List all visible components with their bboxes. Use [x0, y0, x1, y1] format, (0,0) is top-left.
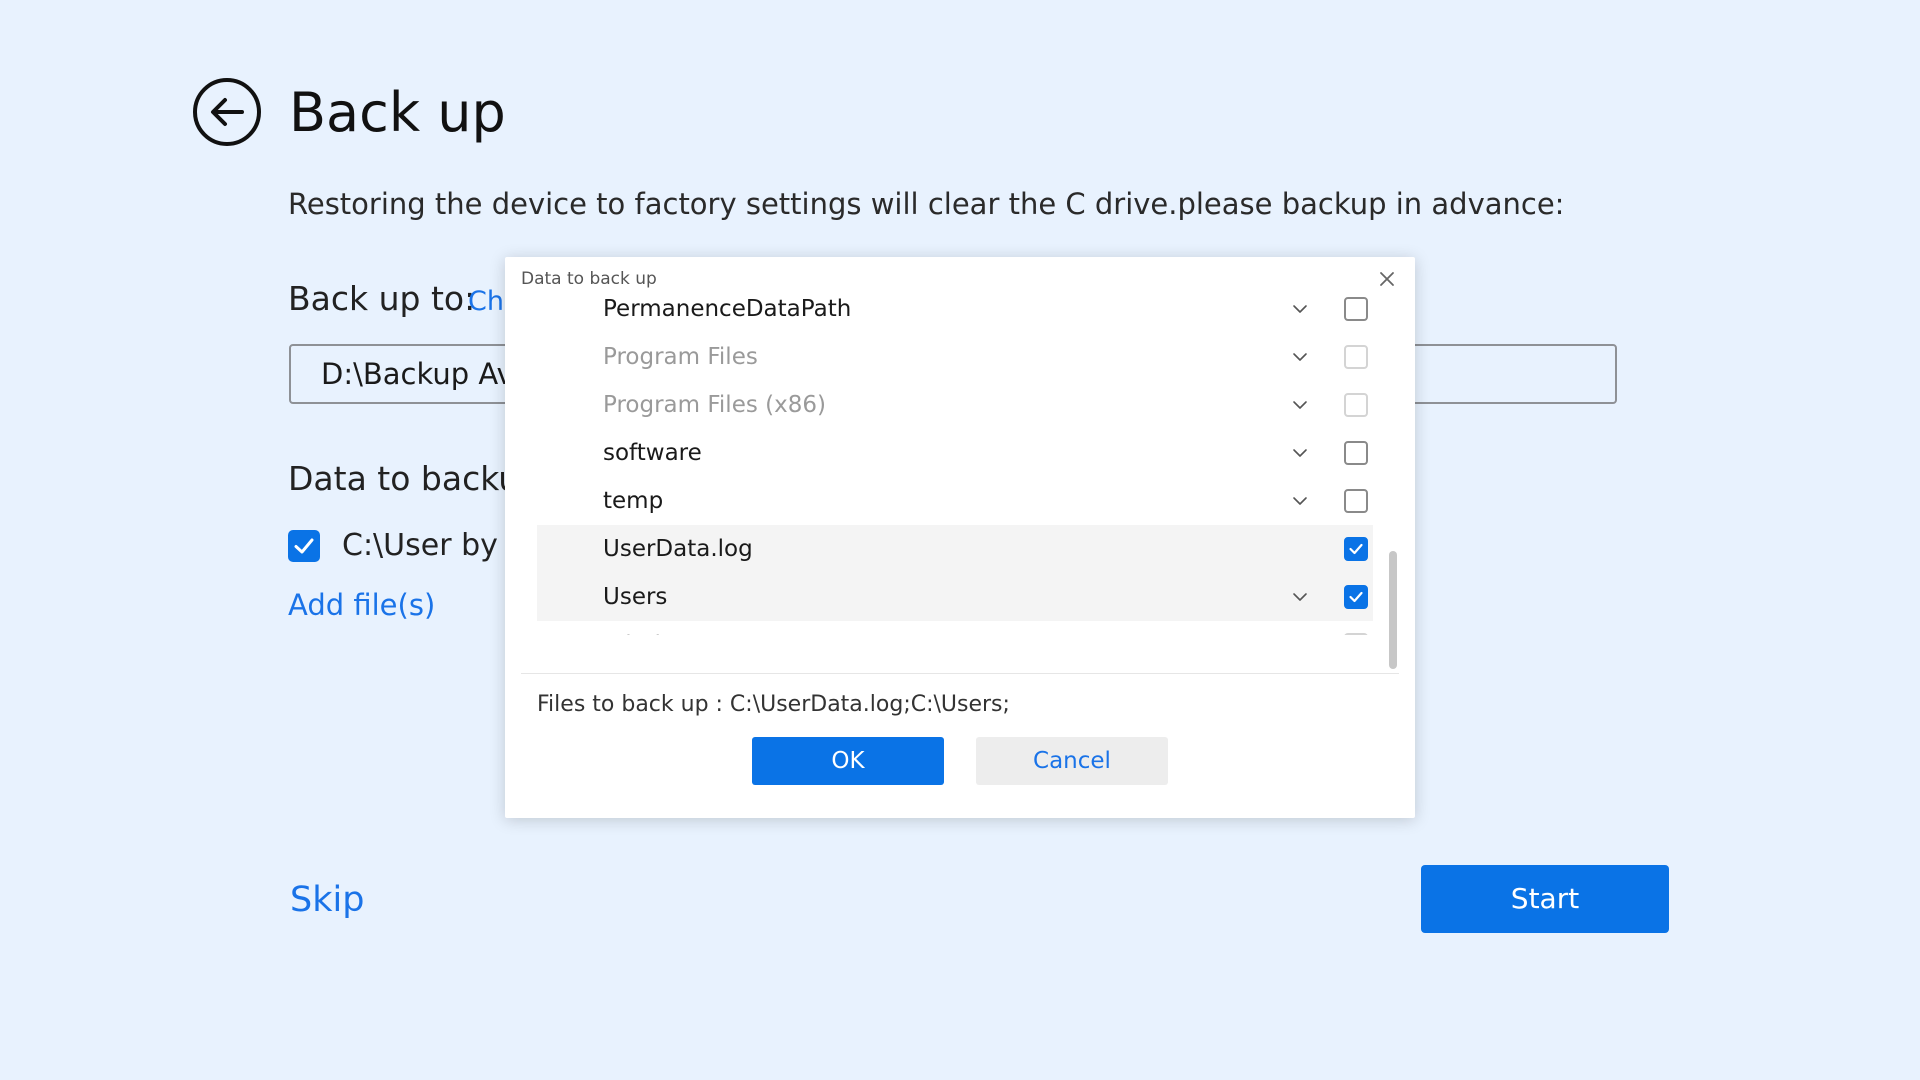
list-item[interactable]: PermanenceDataPath: [537, 297, 1373, 333]
chevron-down-icon[interactable]: [1291, 445, 1309, 461]
list-item-label: Program Files: [603, 344, 758, 370]
description-text: Restoring the device to factory settings…: [288, 187, 1565, 221]
backup-to-label: Back up to:: [288, 279, 476, 318]
close-button[interactable]: [1373, 265, 1401, 293]
ok-button[interactable]: OK: [752, 737, 944, 785]
close-icon: [1380, 272, 1394, 286]
list-item-label: temp: [603, 488, 664, 514]
default-data-label: C:\User by d: [342, 528, 527, 563]
add-files-link[interactable]: Add file(s): [288, 585, 435, 625]
folder-list: PermanenceDataPath Program Files Program F…: [537, 297, 1383, 635]
chevron-down-icon[interactable]: [1291, 397, 1309, 413]
change-location-link[interactable]: Ch: [468, 282, 504, 322]
list-item[interactable]: Program Files: [537, 333, 1373, 381]
list-item-label: software: [603, 440, 702, 466]
list-item-checkbox[interactable]: [1344, 345, 1368, 369]
list-scrollbar[interactable]: [1389, 551, 1397, 669]
back-button[interactable]: [192, 77, 262, 147]
chevron-down-icon[interactable]: [1291, 493, 1309, 509]
list-item-label: Windows: [603, 621, 706, 635]
checkmark-icon: [1349, 543, 1363, 555]
list-item-checkbox[interactable]: [1344, 393, 1368, 417]
list-item-label: PermanenceDataPath: [603, 297, 852, 322]
chevron-down-icon[interactable]: [1291, 589, 1309, 605]
chevron-down-icon[interactable]: [1291, 301, 1309, 317]
list-item-label: UserData.log: [603, 536, 753, 562]
cancel-button[interactable]: Cancel: [976, 737, 1168, 785]
chevron-down-icon[interactable]: [1291, 349, 1309, 365]
default-data-checkbox[interactable]: [288, 530, 320, 562]
list-item[interactable]: Windows: [537, 621, 1373, 635]
list-item[interactable]: temp: [537, 477, 1373, 525]
start-button[interactable]: Start: [1421, 865, 1669, 933]
list-item-checkbox[interactable]: [1344, 585, 1368, 609]
list-item-checkbox[interactable]: [1344, 297, 1368, 321]
files-to-back-up-text: Files to back up : C:\UserData.log;C:\Us…: [537, 692, 1010, 717]
back-arrow-circle-icon: [193, 78, 261, 146]
list-item-label: Program Files (x86): [603, 392, 826, 418]
list-item-checkbox[interactable]: [1344, 633, 1368, 635]
checkmark-icon: [294, 538, 314, 554]
data-to-backup-label: Data to backu: [288, 459, 520, 498]
list-item-checkbox[interactable]: [1344, 537, 1368, 561]
page-title: Back up: [289, 81, 506, 144]
list-item-label: Users: [603, 584, 668, 610]
data-to-back-up-dialog: Data to back up PermanenceDataPath Progra…: [505, 257, 1415, 818]
list-item[interactable]: UserData.log: [537, 525, 1373, 573]
dialog-title: Data to back up: [521, 269, 657, 289]
skip-button[interactable]: Skip: [290, 878, 364, 922]
list-item[interactable]: software: [537, 429, 1373, 477]
list-item[interactable]: Program Files (x86): [537, 381, 1373, 429]
divider: [521, 673, 1399, 674]
list-item[interactable]: Users: [537, 573, 1373, 621]
list-item-checkbox[interactable]: [1344, 441, 1368, 465]
checkmark-icon: [1349, 591, 1363, 603]
list-item-checkbox[interactable]: [1344, 489, 1368, 513]
